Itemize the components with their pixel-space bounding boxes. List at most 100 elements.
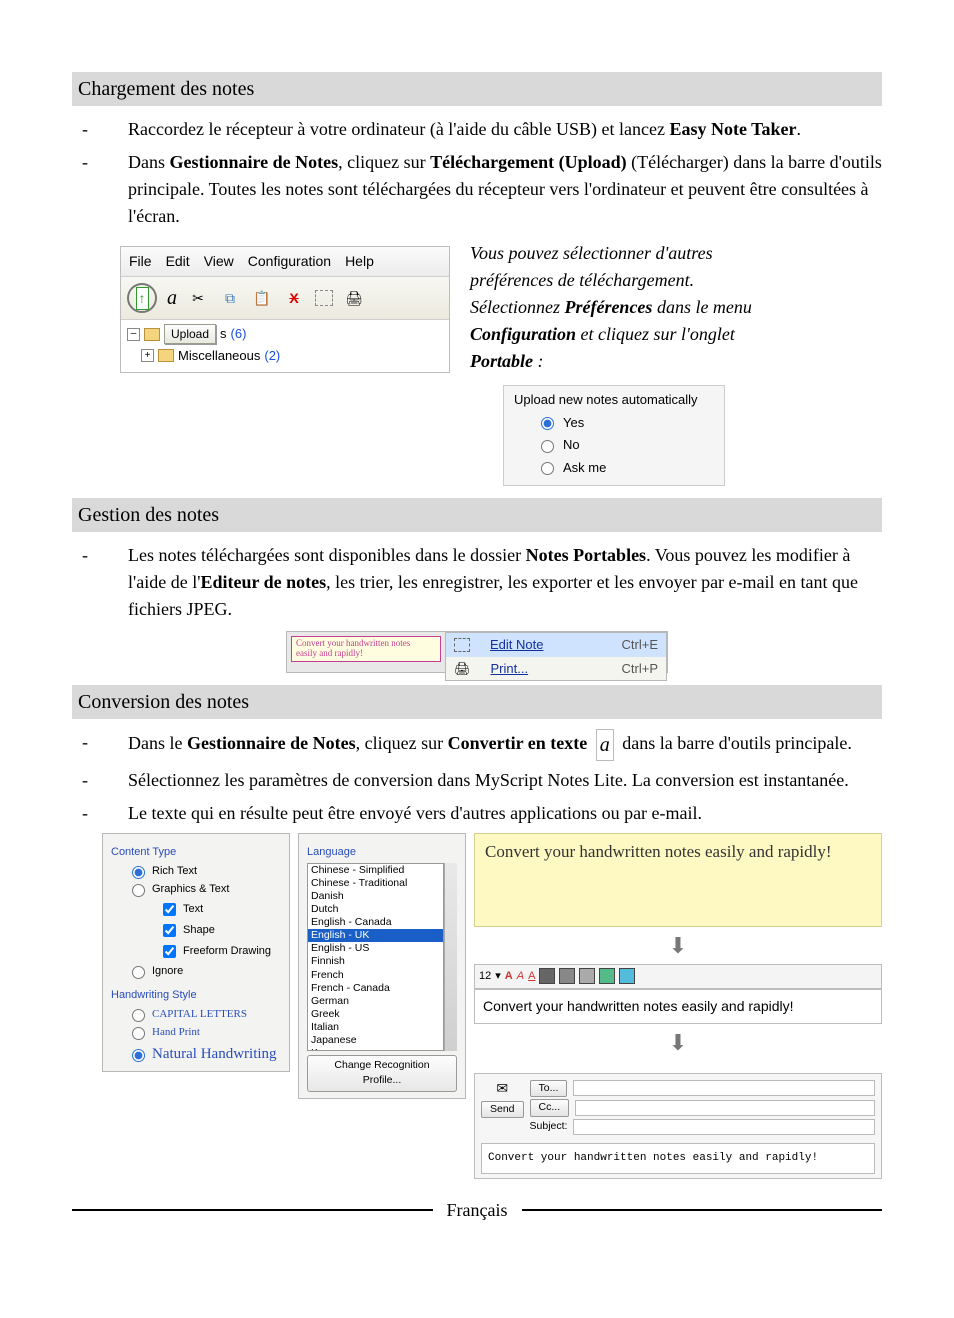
language-option[interactable]: Japanese: [308, 1034, 443, 1047]
convert-text-icon[interactable]: a: [167, 283, 177, 313]
li-gestion: Les notes téléchargées sont disponibles …: [128, 542, 882, 623]
radio-ask[interactable]: Ask me: [536, 458, 714, 478]
radio-handprint[interactable]: Hand Print: [127, 1024, 281, 1041]
language-option[interactable]: French - Canada: [308, 982, 443, 995]
footer-rule: [522, 1209, 883, 1211]
italic-icon[interactable]: A: [517, 968, 524, 985]
radio-caps[interactable]: CAPITAL LETTERS: [127, 1006, 281, 1023]
upload-button[interactable]: Upload: [164, 324, 216, 344]
radio-yes[interactable]: Yes: [536, 413, 714, 433]
footer-rule: [72, 1209, 433, 1211]
language-option[interactable]: Danish: [308, 890, 443, 903]
language-option[interactable]: Chinese - Simplified: [308, 864, 443, 877]
language-option[interactable]: Finnish: [308, 955, 443, 968]
conversion-result-column: Convert your handwritten notes easily an…: [474, 833, 882, 1179]
color-swatch[interactable]: [619, 968, 635, 984]
language-option[interactable]: German: [308, 995, 443, 1008]
radio-ignore[interactable]: Ignore: [127, 963, 281, 980]
folder-s-count: (6): [231, 324, 247, 344]
cc-button[interactable]: Cc...: [530, 1099, 570, 1117]
upload-icon[interactable]: ↑: [127, 283, 157, 313]
tree-collapse-icon[interactable]: –: [127, 328, 140, 341]
subject-field[interactable]: [573, 1119, 875, 1135]
menu-config[interactable]: Configuration: [248, 251, 331, 272]
ctx-edit-note[interactable]: Edit NoteCtrl+E: [446, 633, 666, 657]
group-language: Language: [307, 844, 457, 861]
li-click-upload: Dans Gestionnaire de Notes, cliquez sur …: [128, 149, 882, 230]
menu-file[interactable]: File: [129, 251, 152, 272]
language-option[interactable]: Italian: [308, 1021, 443, 1034]
color-swatch[interactable]: [539, 968, 555, 984]
menu-edit[interactable]: Edit: [166, 251, 190, 272]
color-swatch[interactable]: [579, 968, 595, 984]
folder-icon: [158, 349, 174, 362]
upload-prefs-panel: Upload new notes automatically Yes No As…: [503, 385, 725, 486]
li-conv3: Le texte qui en résulte peut être envoyé…: [128, 800, 882, 827]
check-freeform[interactable]: Freeform Drawing: [159, 942, 281, 961]
chevron-down-icon[interactable]: ▾: [495, 968, 501, 985]
radio-no[interactable]: No: [536, 435, 714, 455]
li-conv2: Sélectionnez les paramètres de conversio…: [128, 767, 882, 794]
scrollbar[interactable]: [444, 863, 457, 1051]
print-icon[interactable]: 🖨: [343, 287, 365, 309]
color-swatch[interactable]: [599, 968, 615, 984]
color-swatch[interactable]: [559, 968, 575, 984]
aside-upload-prefs: Vous pouvez sélectionner d'autres préfér…: [470, 240, 770, 375]
folder-misc[interactable]: Miscellaneous: [178, 346, 260, 366]
radio-graphics-text[interactable]: Graphics & Text: [127, 881, 281, 898]
arrow-down-icon: ⬇: [667, 1026, 689, 1059]
change-profile-button[interactable]: Change Recognition Profile...: [307, 1055, 457, 1093]
check-text[interactable]: Text: [159, 900, 281, 919]
language-list[interactable]: Chinese - SimplifiedChinese - Traditiona…: [307, 863, 444, 1051]
to-button[interactable]: To...: [530, 1080, 568, 1098]
arrow-down-icon: ⬇: [667, 929, 689, 962]
language-option[interactable]: Dutch: [308, 903, 443, 916]
convert-text-icon: a: [596, 729, 614, 761]
paste-icon[interactable]: 📋: [251, 287, 273, 309]
menu-view[interactable]: View: [204, 251, 234, 272]
font-size-select[interactable]: 12: [479, 968, 491, 985]
underline-icon[interactable]: A: [528, 968, 535, 985]
content-type-panel: Content Type Rich Text Graphics & Text T…: [102, 833, 290, 1072]
folder-icon: [144, 328, 160, 341]
to-field[interactable]: [573, 1080, 875, 1096]
group-content-type: Content Type: [111, 844, 281, 861]
format-toolbar: 12▾ A A A: [474, 964, 882, 989]
footer-language: Français: [447, 1197, 508, 1224]
email-body[interactable]: Convert your handwritten notes easily an…: [481, 1143, 875, 1174]
language-option[interactable]: Greek: [308, 1008, 443, 1021]
language-panel: Language Chinese - SimplifiedChinese - T…: [298, 833, 466, 1099]
heading-chargement: Chargement des notes: [72, 72, 882, 106]
cut-icon[interactable]: ✂: [187, 287, 209, 309]
language-option[interactable]: Chinese - Traditional: [308, 877, 443, 890]
send-button[interactable]: Send: [481, 1101, 524, 1119]
li-conv1: Dans le Gestionnaire de Notes, cliquez s…: [128, 729, 882, 761]
tree-expand-icon[interactable]: +: [141, 349, 154, 362]
heading-gestion: Gestion des notes: [72, 498, 882, 532]
check-shape[interactable]: Shape: [159, 921, 281, 940]
radio-rich-text[interactable]: Rich Text: [127, 863, 281, 880]
font-color-icon[interactable]: A: [505, 968, 513, 985]
list-chargement: - Raccordez le récepteur à votre ordinat…: [72, 116, 882, 230]
cc-field[interactable]: [575, 1100, 875, 1116]
language-option[interactable]: Korean: [308, 1047, 443, 1050]
delete-icon[interactable]: X: [283, 287, 305, 309]
li-connect-receiver: Raccordez le récepteur à votre ordinateu…: [128, 116, 882, 143]
language-option[interactable]: French: [308, 969, 443, 982]
radio-natural[interactable]: Natural Handwriting: [127, 1043, 281, 1066]
prefs-title: Upload new notes automatically: [514, 390, 714, 410]
folder-misc-count: (2): [264, 346, 280, 366]
copy-icon[interactable]: ⧉: [219, 287, 241, 309]
app-menubar-screenshot: File Edit View Configuration Help ↑ a ✂ …: [120, 246, 450, 373]
converted-text-output: Convert your handwritten notes easily an…: [474, 989, 882, 1024]
send-icon: ✉: [496, 1078, 508, 1099]
language-option[interactable]: English - US: [308, 942, 443, 955]
handwritten-sample: Convert your handwritten notes easily an…: [474, 833, 882, 927]
print-icon: 🖨: [454, 659, 471, 679]
group-handwriting-style: Handwriting Style: [111, 987, 281, 1004]
language-option[interactable]: English - UK: [308, 929, 443, 942]
ctx-print[interactable]: 🖨 Print...Ctrl+P: [446, 657, 666, 681]
language-option[interactable]: English - Canada: [308, 916, 443, 929]
menu-help[interactable]: Help: [345, 251, 374, 272]
select-icon[interactable]: [315, 290, 333, 306]
